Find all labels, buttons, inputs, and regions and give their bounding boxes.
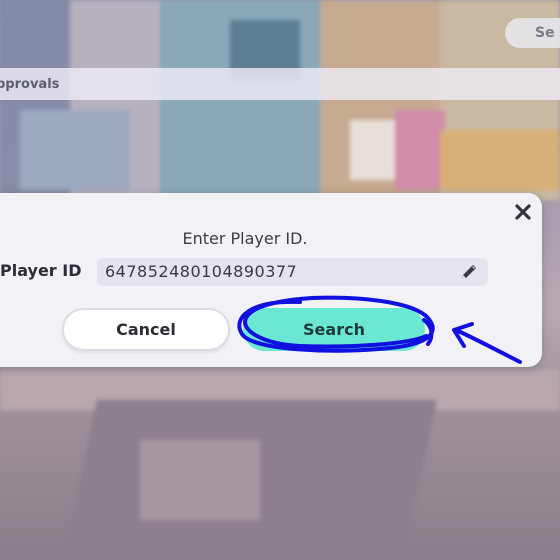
pencil-icon[interactable] (458, 261, 480, 283)
approvals-strip: pprovals (0, 68, 560, 100)
cancel-button[interactable]: Cancel (62, 308, 230, 351)
close-icon (515, 204, 531, 220)
background-search-pill: Se (505, 18, 560, 48)
game-screen: pprovals Se Enter Player ID. Player ID 6… (0, 0, 560, 560)
approvals-label: pprovals (0, 76, 60, 92)
player-id-value: 647852480104890377 (105, 262, 298, 281)
dialog-title: Enter Player ID. (182, 229, 308, 248)
player-id-label: Player ID (0, 261, 82, 280)
close-button[interactable] (512, 201, 534, 223)
search-button[interactable]: Search (243, 308, 425, 351)
player-id-field[interactable]: 647852480104890377 (97, 258, 488, 286)
